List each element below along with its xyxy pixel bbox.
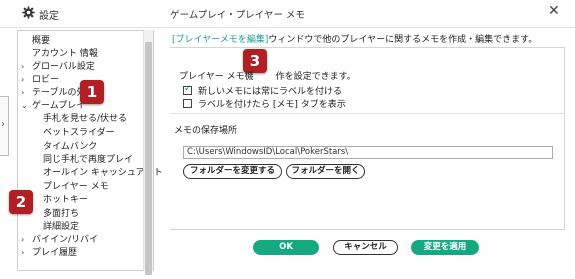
chevron-right-icon[interactable]: › [21,61,32,73]
sidebar-item-label: 同じ手札で再度プレイ [43,155,134,165]
sidebar-item-label: 多面打ち [43,209,80,219]
ok-button[interactable]: OK [253,240,319,255]
sidebar-item-label: アカウント 情報 [32,49,98,59]
cancel-button[interactable]: キャンセル [333,240,398,255]
annotation-badge-1: 1 [80,80,104,104]
sidebar-item-lobby[interactable]: › ロビー [21,74,59,86]
sidebar-item-bet-slider[interactable]: ベットスライダー [43,127,115,139]
gear-icon [22,6,35,19]
notes-behavior-title-part2: 作を設定できます。 [275,72,356,82]
show-notes-tab-option[interactable]: ラベルを付けたら [メモ] タブを表示 [183,97,346,110]
sidebar-item-label: プレイ履歴 [32,248,78,258]
page-title: ゲームプレイ・プレイヤー メモ [170,10,305,21]
sidebar-item-label: ロビー [32,75,60,85]
sidebar-item-advanced-settings[interactable]: 詳細設定 [43,221,79,233]
show-notes-tab-checkbox[interactable] [183,99,192,108]
sidebar-item-label: テーブルの外 [32,88,86,98]
main-top-divider [170,47,565,48]
open-folder-button[interactable]: フォルダーを開く [286,164,365,179]
sidebar-item-outside-table[interactable]: › テーブルの外 [21,87,85,99]
sidebar-item-label: グローバル設定 [32,62,95,72]
main-description: [プレイヤーメモを編集]ウィンドウで他のプレイヤーに関するメモを作成・編集できま… [172,32,537,45]
sidebar-item-buy-in-rebuy[interactable]: › バイイン/リバイ [21,234,98,246]
sidebar-item-gameplay[interactable]: ⌄ ゲームプレイ [21,100,85,112]
sidebar-item-label: プレイヤー メモ [43,182,109,192]
edit-notes-link[interactable]: [プレイヤーメモを編集] [172,35,268,45]
sidebar-item-show-hide-cards[interactable]: 手札を見せる/伏せる [43,113,127,125]
main-description-text: ウィンドウで他のプレイヤーに関するメモを作成・編集できます。 [268,35,538,45]
sidebar-item-label: 詳細設定 [43,222,80,232]
sidebar-item-global-settings[interactable]: › グローバル設定 [21,61,95,73]
chevron-right-icon[interactable]: › [21,247,32,259]
sidebar-item-label: ベットスライダー [43,128,115,138]
chevron-right-icon: › [1,119,5,130]
main-right-border [564,47,565,230]
chevron-right-icon[interactable]: › [21,74,32,86]
save-location-title: メモの保存場所 [174,126,238,136]
apply-button[interactable]: 変更を適用 [411,240,479,255]
always-label-option[interactable]: 新しいメモには常にラベルを付ける [183,84,342,97]
sidebar-item-label: ゲームプレイ [32,101,86,111]
sidebar-item-multi-table[interactable]: 多面打ち [43,208,79,220]
sidebar-item-account-info[interactable]: アカウント 情報 [32,48,98,60]
always-label-text: 新しいメモには常にラベルを付ける [198,87,343,97]
show-notes-tab-text: ラベルを付けたら [メモ] タブを表示 [198,100,346,110]
sidebar-item-hotkeys[interactable]: ホットキー [43,194,88,206]
window-title: 設定 [39,11,59,22]
sidebar-item-label: 手札を見せる/伏せる [43,114,128,124]
notes-behavior-title-part1: プレイヤー メモ機 [179,72,254,82]
save-path-field[interactable]: C:\Users\WindowsID\Local\PokerStars\ [183,146,553,159]
panel-collapse-tab[interactable]: › [0,96,9,156]
sidebar-scrollbar[interactable] [143,30,153,275]
scrollbar-thumb[interactable] [145,42,152,275]
chevron-down-icon[interactable]: ⌄ [21,100,32,112]
sidebar-item-label: タイムバンク [43,142,98,152]
change-folder-button[interactable]: フォルダーを変更する [183,164,282,179]
sidebar-item-play-history[interactable]: › プレイ履歴 [21,247,77,259]
panel-bottom-divider [170,229,565,230]
chevron-right-icon[interactable]: › [21,87,32,99]
sidebar-item-label: バイイン/リバイ [32,235,99,245]
sidebar-item-overview[interactable]: 概要 [32,35,50,47]
sidebar-item-time-bank[interactable]: タイムバンク [43,141,97,153]
sidebar-item-player-notes[interactable]: プレイヤー メモ [43,181,109,193]
chevron-right-icon[interactable]: › [21,234,32,246]
sidebar-item-label: ホットキー [43,195,89,205]
sidebar-item-replay-same-hand[interactable]: 同じ手札で再度プレイ [43,154,133,166]
header-divider [0,27,575,28]
annotation-badge-2: 2 [9,190,33,214]
close-button[interactable]: ✕ [548,3,560,19]
notes-behavior-title: プレイヤー メモ機 作を設定できます。 [179,69,356,82]
sidebar-item-label: 概要 [32,36,51,46]
section-divider [170,113,565,114]
always-label-checkbox[interactable] [183,84,192,95]
